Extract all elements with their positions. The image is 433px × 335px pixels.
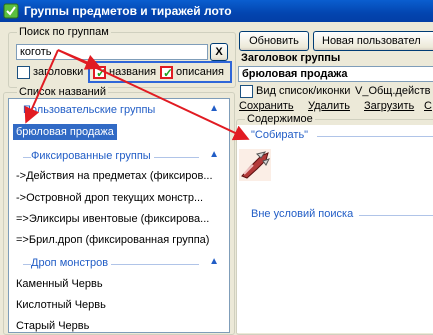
section-divider xyxy=(317,136,433,137)
names-checkbox-label: названия xyxy=(109,66,157,78)
search-input[interactable] xyxy=(16,44,208,60)
section-header-user-groups[interactable]: Пользовательские группы ▲ xyxy=(15,103,225,119)
section-header-monster-drop[interactable]: Дроп монстров ▲ xyxy=(15,256,225,272)
group-title-input[interactable] xyxy=(238,66,433,82)
section-divider xyxy=(359,215,433,216)
names-list[interactable]: Пользовательские группы ▲ брюловая прода… xyxy=(8,98,230,333)
collapse-chevron-icon[interactable]: ▲ xyxy=(209,149,219,160)
content-list[interactable]: "Собирать" Вне условий поиска xyxy=(237,125,433,333)
collapse-chevron-icon[interactable]: ▲ xyxy=(209,256,219,267)
list-item[interactable]: Старый Червь xyxy=(13,318,92,332)
names-checkbox[interactable] xyxy=(93,66,106,80)
title-bar[interactable]: Группы предметов и тиражей лото xyxy=(0,0,433,22)
headers-checkbox-label: заголовки xyxy=(33,66,84,78)
app-icon xyxy=(3,3,19,19)
collapse-chevron-icon[interactable]: ▲ xyxy=(209,103,219,114)
list-item[interactable]: ->Действия на предметах (фиксиров... xyxy=(13,168,216,184)
view-link[interactable]: V_Общ.действ xyxy=(355,85,430,97)
view-mode-checkbox[interactable] xyxy=(240,85,253,98)
search-group-label: Поиск по группам xyxy=(17,26,111,38)
view-mode-label: Вид список/иконки xyxy=(256,85,351,97)
list-item[interactable]: =>Брил.дроп (фиксированная группа) xyxy=(13,232,212,248)
content-section-collect[interactable]: "Собирать" xyxy=(251,129,308,141)
section-title: Фиксированные группы xyxy=(31,150,154,162)
list-item[interactable]: Каменный Червь xyxy=(13,276,106,292)
list-item[interactable]: ->Островной дроп текущих монстр... xyxy=(13,190,206,206)
list-item[interactable]: Кислотный Червь xyxy=(13,297,109,313)
clear-search-button[interactable]: X xyxy=(210,43,228,61)
new-user-group-button[interactable]: Новая пользовател xyxy=(313,31,433,51)
list-item[interactable]: брюловая продажа xyxy=(13,124,117,140)
section-header-fixed-groups[interactable]: Фиксированные группы ▲ xyxy=(15,149,225,165)
extra-link[interactable]: С xyxy=(424,100,432,112)
headers-checkbox[interactable] xyxy=(17,66,30,79)
content-label: Содержимое xyxy=(245,113,315,125)
list-item[interactable]: =>Эликсиры ивентовые (фиксирова... xyxy=(13,211,212,227)
refresh-button[interactable]: Обновить xyxy=(239,31,309,51)
descriptions-checkbox-label: описания xyxy=(176,66,225,78)
group-title-label: Заголовок группы xyxy=(241,52,341,64)
load-link[interactable]: Загрузить xyxy=(364,100,414,112)
content-section-outside[interactable]: Вне условий поиска xyxy=(251,208,353,220)
save-link[interactable]: Сохранить xyxy=(239,100,294,112)
names-list-label: Список названий xyxy=(17,86,108,98)
section-title: Пользовательские группы xyxy=(23,104,159,116)
window-title: Группы предметов и тиражей лото xyxy=(24,4,232,18)
section-title: Дроп монстров xyxy=(31,257,112,269)
claw-item-icon[interactable] xyxy=(239,149,271,181)
delete-link[interactable]: Удалить xyxy=(308,100,350,112)
descriptions-checkbox[interactable] xyxy=(160,66,173,80)
